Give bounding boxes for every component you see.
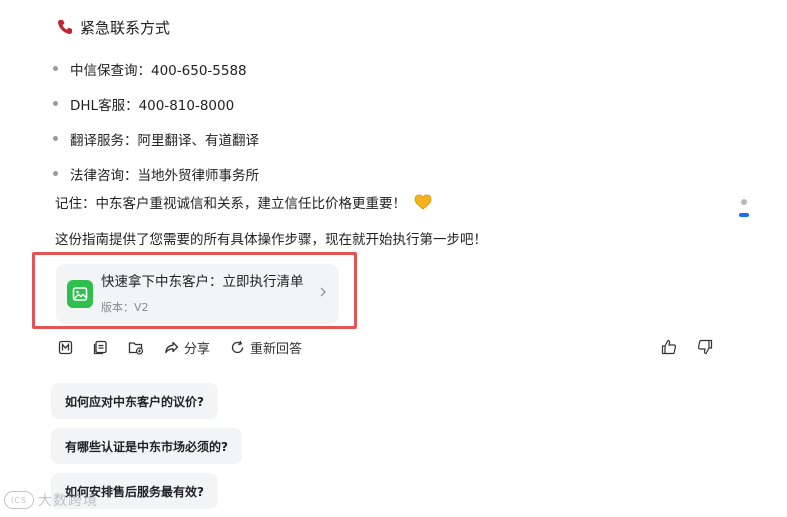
markdown-button[interactable] — [58, 340, 73, 355]
suggestion-chip[interactable]: 如何应对中东客户的议价? — [51, 383, 218, 419]
feedback-buttons — [661, 339, 713, 359]
thumbs-up-button[interactable] — [661, 339, 677, 359]
document-card[interactable]: 快速拿下中东客户：立即执行清单 版本：V2 — [56, 264, 339, 324]
section-heading: 紧急联系方式 — [56, 14, 170, 40]
watermark: ICS 大数跨境 — [4, 490, 98, 510]
card-version: 版本：V2 — [101, 301, 149, 314]
contact-label: DHL客服：400-810-8000 — [70, 97, 235, 114]
watermark-text: 大数跨境 — [38, 493, 98, 509]
list-item: 中信保查询：400-650-5588 — [52, 51, 259, 86]
list-item: 翻译服务：阿里翻译、有道翻译 — [52, 121, 259, 156]
markdown-icon — [58, 340, 73, 354]
thumbs-up-icon — [661, 339, 677, 355]
closing-text: 这份指南提供了您需要的所有具体操作步骤，现在就开始执行第一步吧！ — [55, 232, 487, 248]
closing-paragraph: 这份指南提供了您需要的所有具体操作步骤，现在就开始执行第一步吧！ — [55, 227, 487, 249]
save-to-folder-button[interactable] — [128, 340, 144, 355]
list-item: 法律咨询：当地外贸律师事务所 — [52, 156, 259, 191]
thumbs-down-button[interactable] — [697, 339, 713, 359]
watermark-logo: ICS — [4, 491, 34, 509]
contact-label: 中信保查询：400-650-5588 — [70, 62, 247, 79]
contact-label: 法律咨询：当地外贸律师事务所 — [70, 167, 259, 184]
bullet-dot — [53, 66, 58, 71]
yellow-heart-icon — [414, 194, 432, 210]
share-button[interactable]: 分享 — [164, 338, 210, 357]
scroll-indicator[interactable] — [739, 199, 749, 217]
refresh-icon — [231, 340, 244, 353]
phone-icon — [56, 18, 74, 36]
bullet-dot — [53, 171, 58, 176]
image-document-icon — [67, 280, 93, 308]
remember-text: 记住：中东客户重视诚信和关系，建立信任比价格更重要！ — [55, 196, 406, 212]
suggestion-chip[interactable]: 有哪些认证是中东市场必须的? — [51, 428, 242, 464]
list-item: DHL客服：400-810-8000 — [52, 86, 259, 121]
card-title: 快速拿下中东客户：立即执行清单 — [101, 274, 304, 290]
contact-label: 翻译服务：阿里翻译、有道翻译 — [70, 132, 259, 149]
share-icon — [165, 341, 179, 353]
share-label: 分享 — [184, 341, 211, 357]
bullet-dot — [53, 101, 58, 106]
scroll-dot — [741, 199, 747, 205]
heading-text: 紧急联系方式 — [80, 18, 171, 37]
chat-answer-page: 紧急联系方式 中信保查询：400-650-5588 DHL客服：400-810-… — [0, 0, 787, 517]
answer-actions: 分享 重新回答 — [58, 337, 302, 357]
chevron-right-icon — [319, 286, 327, 302]
card-text: 快速拿下中东客户：立即执行清单 版本：V2 — [101, 273, 319, 315]
copy-button[interactable] — [93, 340, 108, 355]
copy-icon — [93, 340, 107, 354]
regenerate-button[interactable]: 重新回答 — [230, 338, 302, 357]
folder-add-icon — [128, 341, 144, 355]
remember-paragraph: 记住：中东客户重视诚信和关系，建立信任比价格更重要！ — [55, 191, 432, 213]
bullet-dot — [53, 136, 58, 141]
regenerate-label: 重新回答 — [250, 341, 303, 357]
scroll-dot-active — [739, 213, 749, 217]
thumbs-down-icon — [697, 339, 713, 355]
contact-list: 中信保查询：400-650-5588 DHL客服：400-810-8000 翻译… — [52, 51, 259, 191]
